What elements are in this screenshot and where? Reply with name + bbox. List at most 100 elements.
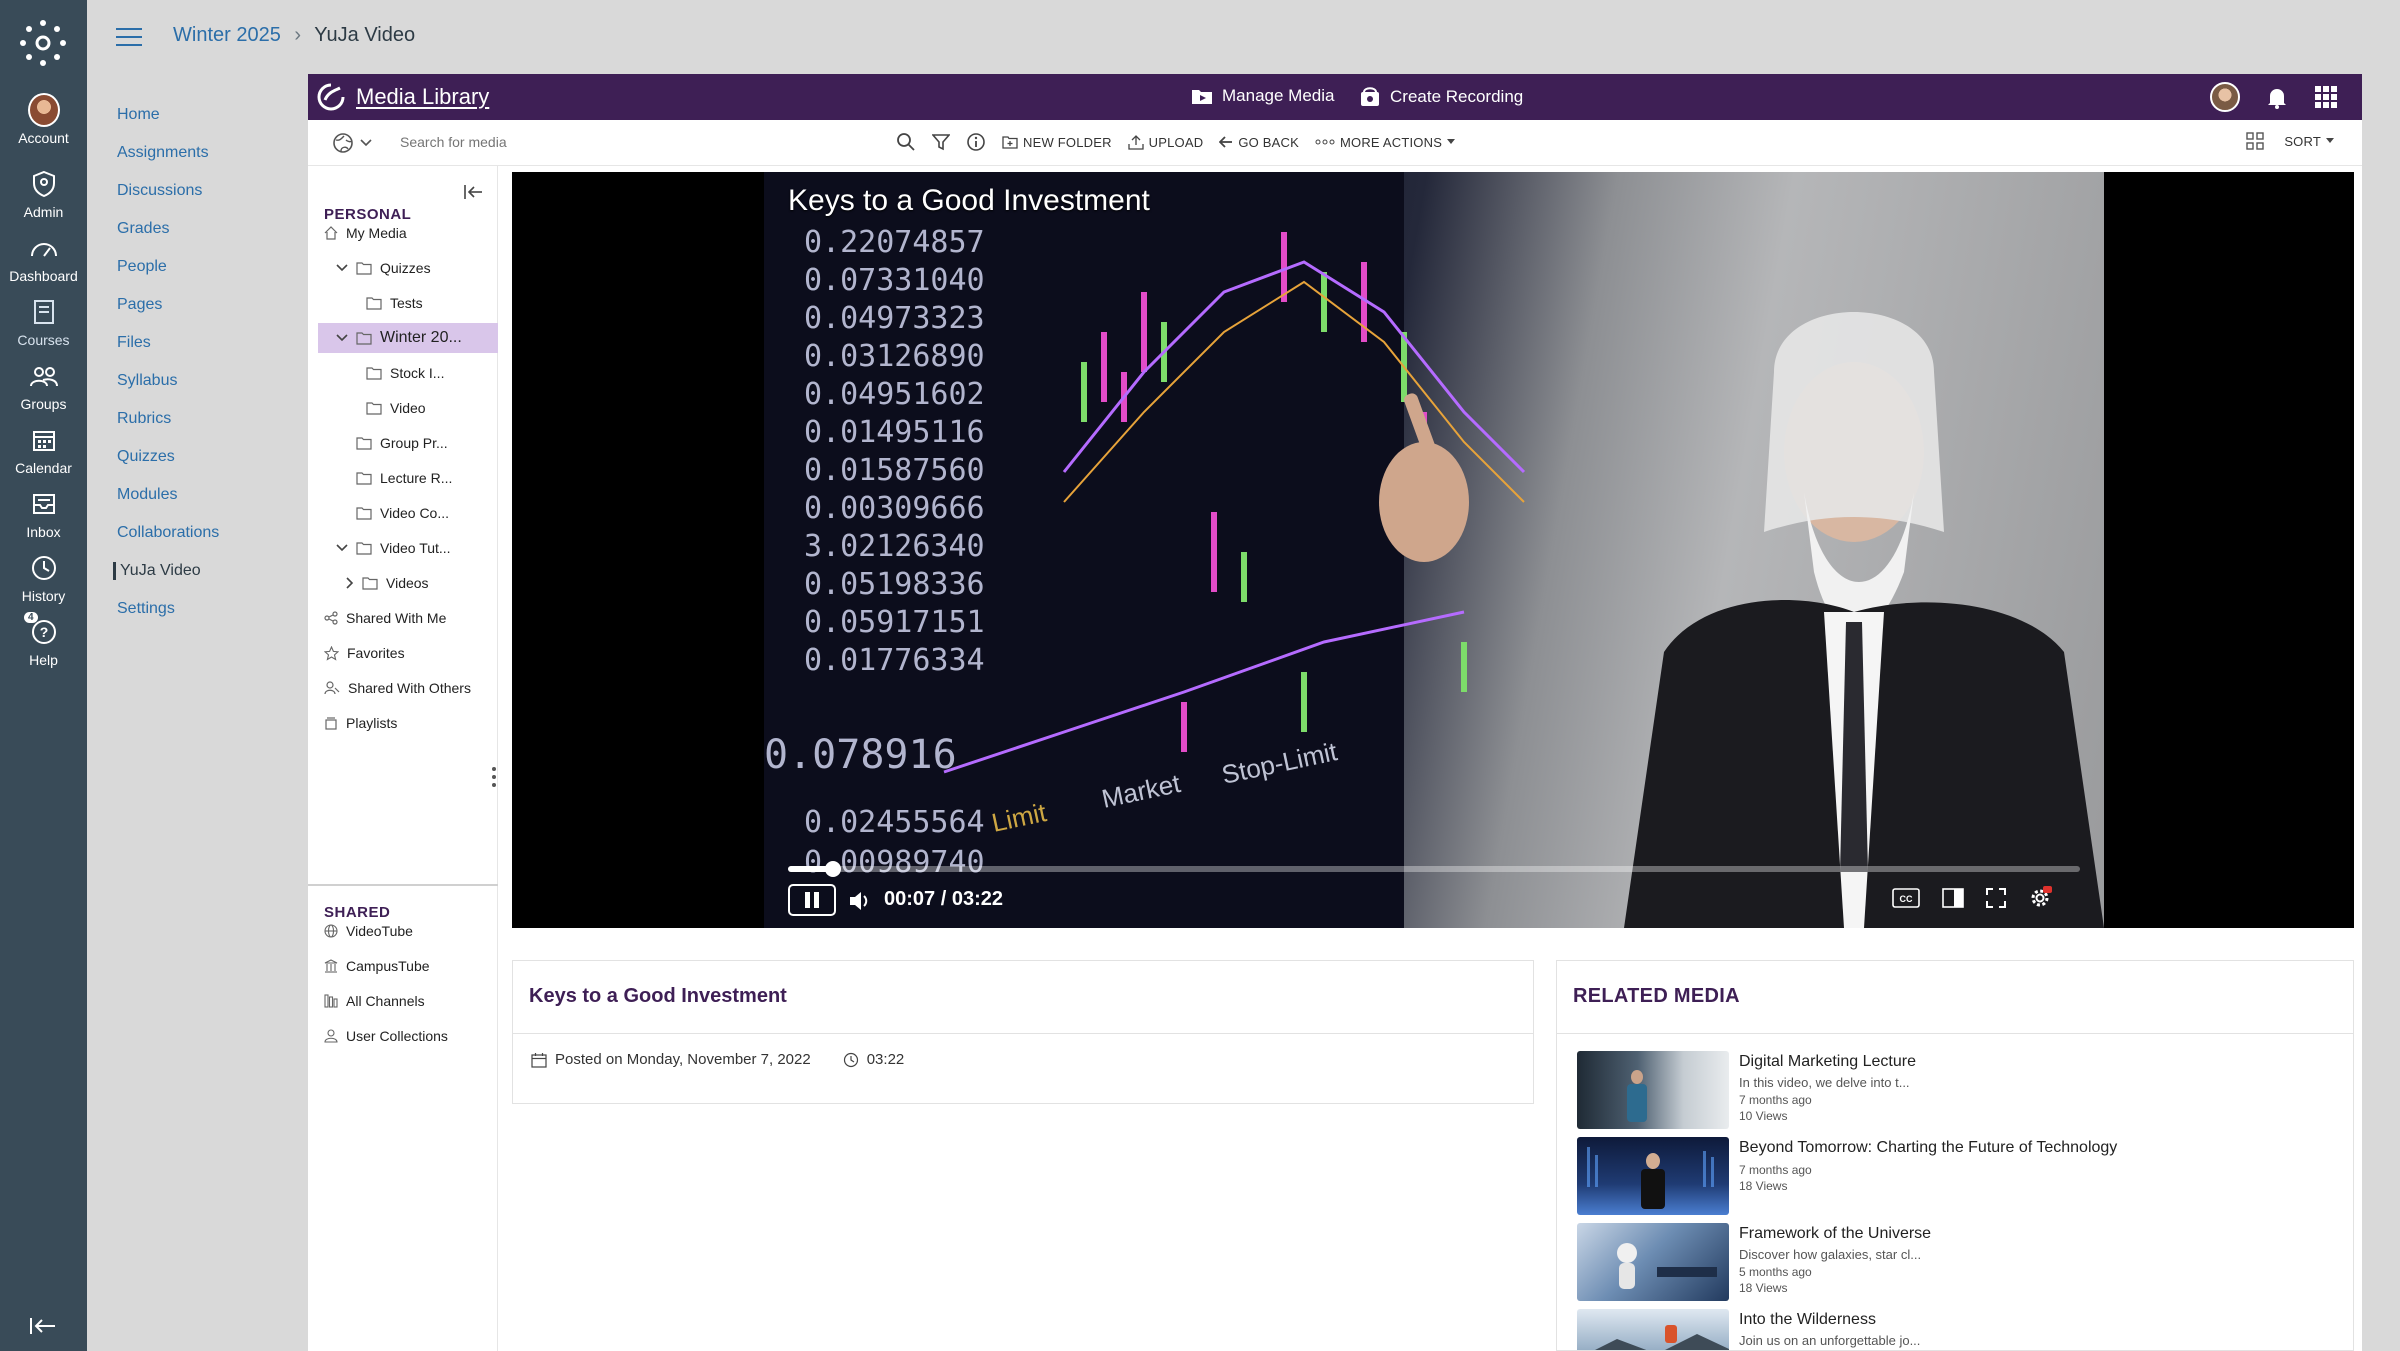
svg-text:0.078916: 0.078916: [764, 732, 957, 778]
tree-item-label: Shared With Me: [346, 610, 447, 626]
course-nav-people[interactable]: People: [117, 258, 167, 276]
tree-item-video[interactable]: Video: [366, 393, 494, 423]
new-folder-label: NEW FOLDER: [1023, 134, 1112, 150]
related-media-item[interactable]: Framework of the Universe Discover how g…: [1577, 1223, 2337, 1301]
course-nav-syllabus[interactable]: Syllabus: [117, 372, 177, 390]
app-grid-icon[interactable]: [2314, 85, 2338, 109]
related-thumbnail[interactable]: [1577, 1223, 1729, 1301]
video-progress-bar[interactable]: [788, 861, 2080, 877]
fullscreen-icon[interactable]: [1986, 888, 2006, 908]
global-nav-groups[interactable]: Groups: [0, 360, 87, 412]
hamburger-menu-icon[interactable]: [115, 26, 143, 48]
yuja-header-actions: [2210, 82, 2338, 112]
yuja-brand[interactable]: Media Library: [316, 82, 489, 112]
tree-item-video-content[interactable]: Video Co...: [356, 498, 494, 528]
tree-item-favorites[interactable]: Favorites: [324, 638, 494, 668]
calendar-icon: [531, 1052, 547, 1068]
global-nav-help[interactable]: ? 4 Help: [0, 612, 87, 668]
course-nav-modules[interactable]: Modules: [117, 486, 177, 504]
related-thumbnail[interactable]: [1577, 1137, 1729, 1215]
global-nav-courses[interactable]: Courses: [0, 296, 87, 348]
related-title[interactable]: Digital Marketing Lecture: [1739, 1053, 1916, 1071]
course-nav-quizzes[interactable]: Quizzes: [117, 448, 175, 466]
tree-item-videos[interactable]: Videos: [346, 568, 494, 598]
tree-item-my-media[interactable]: My Media: [324, 218, 494, 248]
tree-item-stock[interactable]: Stock I...: [366, 358, 494, 388]
global-nav-dashboard[interactable]: Dashboard: [0, 232, 87, 284]
volume-icon[interactable]: [848, 890, 872, 912]
tree-item-quizzes[interactable]: Quizzes: [336, 253, 494, 283]
tree-item-all-channels[interactable]: All Channels: [324, 986, 494, 1016]
closed-captions-icon[interactable]: CC: [1892, 888, 1920, 908]
upload-button[interactable]: UPLOAD: [1128, 134, 1204, 150]
course-navigation: Home Assignments Discussions Grades Peop…: [87, 72, 307, 1351]
search-input[interactable]: [400, 134, 880, 150]
tree-item-winter-2025[interactable]: Winter 20...: [318, 323, 498, 353]
tree-item-label: VideoTube: [346, 923, 413, 939]
global-nav-history[interactable]: History: [0, 552, 87, 604]
tree-item-playlists[interactable]: Playlists: [324, 708, 494, 738]
info-icon[interactable]: [966, 132, 986, 152]
tree-item-shared-with-others[interactable]: Shared With Others: [324, 673, 494, 703]
sort-button[interactable]: SORT: [2284, 134, 2334, 149]
course-nav-assignments[interactable]: Assignments: [117, 144, 209, 162]
search-icon[interactable]: [896, 132, 916, 152]
tree-item-user-collections[interactable]: User Collections: [324, 1021, 494, 1051]
canvas-logo-icon[interactable]: [18, 18, 68, 68]
new-folder-button[interactable]: NEW FOLDER: [1002, 135, 1112, 150]
bell-icon[interactable]: [2266, 85, 2288, 109]
collapse-panel-icon[interactable]: [463, 184, 483, 200]
collapse-nav-icon[interactable]: [28, 1316, 58, 1336]
course-nav-discussions[interactable]: Discussions: [117, 182, 202, 200]
grid-view-icon[interactable]: [2246, 132, 2265, 150]
course-nav-rubrics[interactable]: Rubrics: [117, 410, 171, 428]
course-nav-home[interactable]: Home: [117, 106, 160, 124]
related-media-item[interactable]: Digital Marketing Lecture In this video,…: [1577, 1051, 2337, 1129]
video-player[interactable]: 0.22074857 0.07331040 0.04973323 0.03126…: [512, 172, 2354, 928]
more-actions-button[interactable]: MORE ACTIONS: [1315, 135, 1456, 150]
theater-mode-icon[interactable]: [1942, 888, 1964, 908]
pause-button[interactable]: [788, 884, 836, 916]
related-title[interactable]: Into the Wilderness: [1739, 1311, 1876, 1329]
folder-icon: [356, 261, 372, 275]
yuja-header: Media Library Manage Media Create Record…: [308, 74, 2362, 120]
related-title[interactable]: Beyond Tomorrow: Charting the Future of …: [1739, 1139, 2117, 1157]
create-recording-button[interactable]: Create Recording: [1358, 86, 1523, 108]
svg-text:0.01776334: 0.01776334: [804, 643, 985, 678]
related-thumbnail[interactable]: [1577, 1051, 1729, 1129]
global-nav-inbox[interactable]: Inbox: [0, 488, 87, 540]
chevron-right-icon: [346, 577, 354, 589]
panel-drag-handle-icon[interactable]: [491, 766, 497, 788]
course-nav-grades[interactable]: Grades: [117, 220, 169, 238]
global-nav-calendar[interactable]: Calendar: [0, 424, 87, 476]
global-nav-label: Groups: [20, 396, 67, 412]
tree-item-tests[interactable]: Tests: [366, 288, 494, 318]
breadcrumb-course-link[interactable]: Winter 2025: [173, 24, 281, 46]
tree-item-lecture-recordings[interactable]: Lecture R...: [356, 463, 494, 493]
course-nav-settings[interactable]: Settings: [117, 600, 175, 618]
course-nav-files[interactable]: Files: [117, 334, 151, 352]
tree-item-videotube[interactable]: VideoTube: [324, 916, 494, 946]
related-media-item[interactable]: Into the Wilderness Join us on an unforg…: [1577, 1309, 2337, 1350]
course-nav-pages[interactable]: Pages: [117, 296, 162, 314]
upload-label: UPLOAD: [1148, 134, 1204, 150]
course-nav-yuja-video[interactable]: YuJa Video: [113, 562, 201, 580]
tree-item-campustube[interactable]: CampusTube: [324, 951, 494, 981]
manage-media-button[interactable]: Manage Media: [1190, 86, 1334, 106]
course-nav-collaborations[interactable]: Collaborations: [117, 524, 219, 542]
tree-item-group-projects[interactable]: Group Pr...: [356, 428, 494, 458]
go-back-button[interactable]: GO BACK: [1219, 135, 1299, 150]
globe-icon: [333, 133, 353, 153]
global-nav-admin[interactable]: Admin: [0, 168, 87, 220]
global-nav-account[interactable]: Account: [0, 93, 87, 146]
related-thumbnail[interactable]: [1577, 1309, 1729, 1350]
related-title[interactable]: Framework of the Universe: [1739, 1225, 1931, 1243]
filter-icon[interactable]: [932, 133, 950, 151]
tree-item-video-tutorials[interactable]: Video Tut...: [336, 533, 494, 563]
related-media-item[interactable]: Beyond Tomorrow: Charting the Future of …: [1577, 1137, 2337, 1215]
profile-avatar[interactable]: [2210, 82, 2240, 112]
tree-item-shared-with-me[interactable]: Shared With Me: [324, 603, 494, 633]
global-nav-label: Dashboard: [9, 268, 78, 284]
settings-gear-icon[interactable]: [2028, 886, 2052, 910]
language-selector[interactable]: [332, 132, 372, 154]
